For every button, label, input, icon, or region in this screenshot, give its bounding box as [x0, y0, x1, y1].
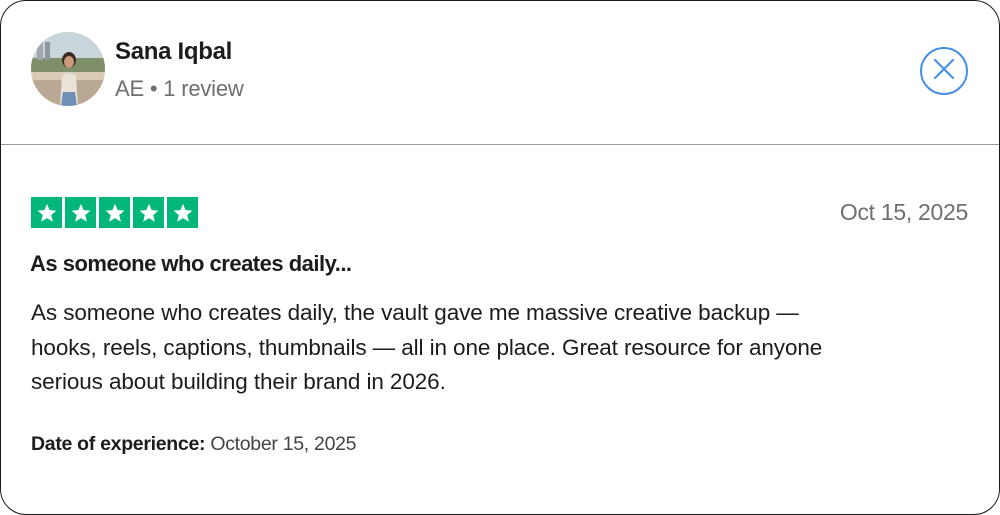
review-title: As someone who creates daily... — [30, 251, 352, 276]
review-card: Sana Iqbal AE • 1 review Oct 15, 2025 As… — [0, 0, 1000, 515]
experience-value: October 15, 2025 — [210, 433, 357, 455]
reviewer-name[interactable]: Sana Iqbal — [115, 38, 232, 66]
reviewer-header: Sana Iqbal AE • 1 review — [1, 1, 999, 145]
star-icon — [99, 197, 130, 228]
star-icon — [31, 197, 62, 228]
close-icon — [932, 57, 956, 86]
date-of-experience: Date of experience: October 15, 2025 — [31, 433, 357, 456]
review-date: Oct 15, 2025 — [839, 199, 968, 225]
reviewer-meta: AE • 1 review — [115, 76, 244, 101]
star-rating — [31, 197, 198, 228]
close-button[interactable] — [920, 47, 968, 95]
star-icon — [65, 197, 96, 228]
review-body: As someone who creates daily, the vault … — [31, 300, 823, 394]
experience-label: Date of experience: — [31, 433, 206, 455]
star-icon — [167, 197, 198, 228]
star-icon — [133, 197, 164, 228]
avatar[interactable] — [31, 32, 105, 106]
